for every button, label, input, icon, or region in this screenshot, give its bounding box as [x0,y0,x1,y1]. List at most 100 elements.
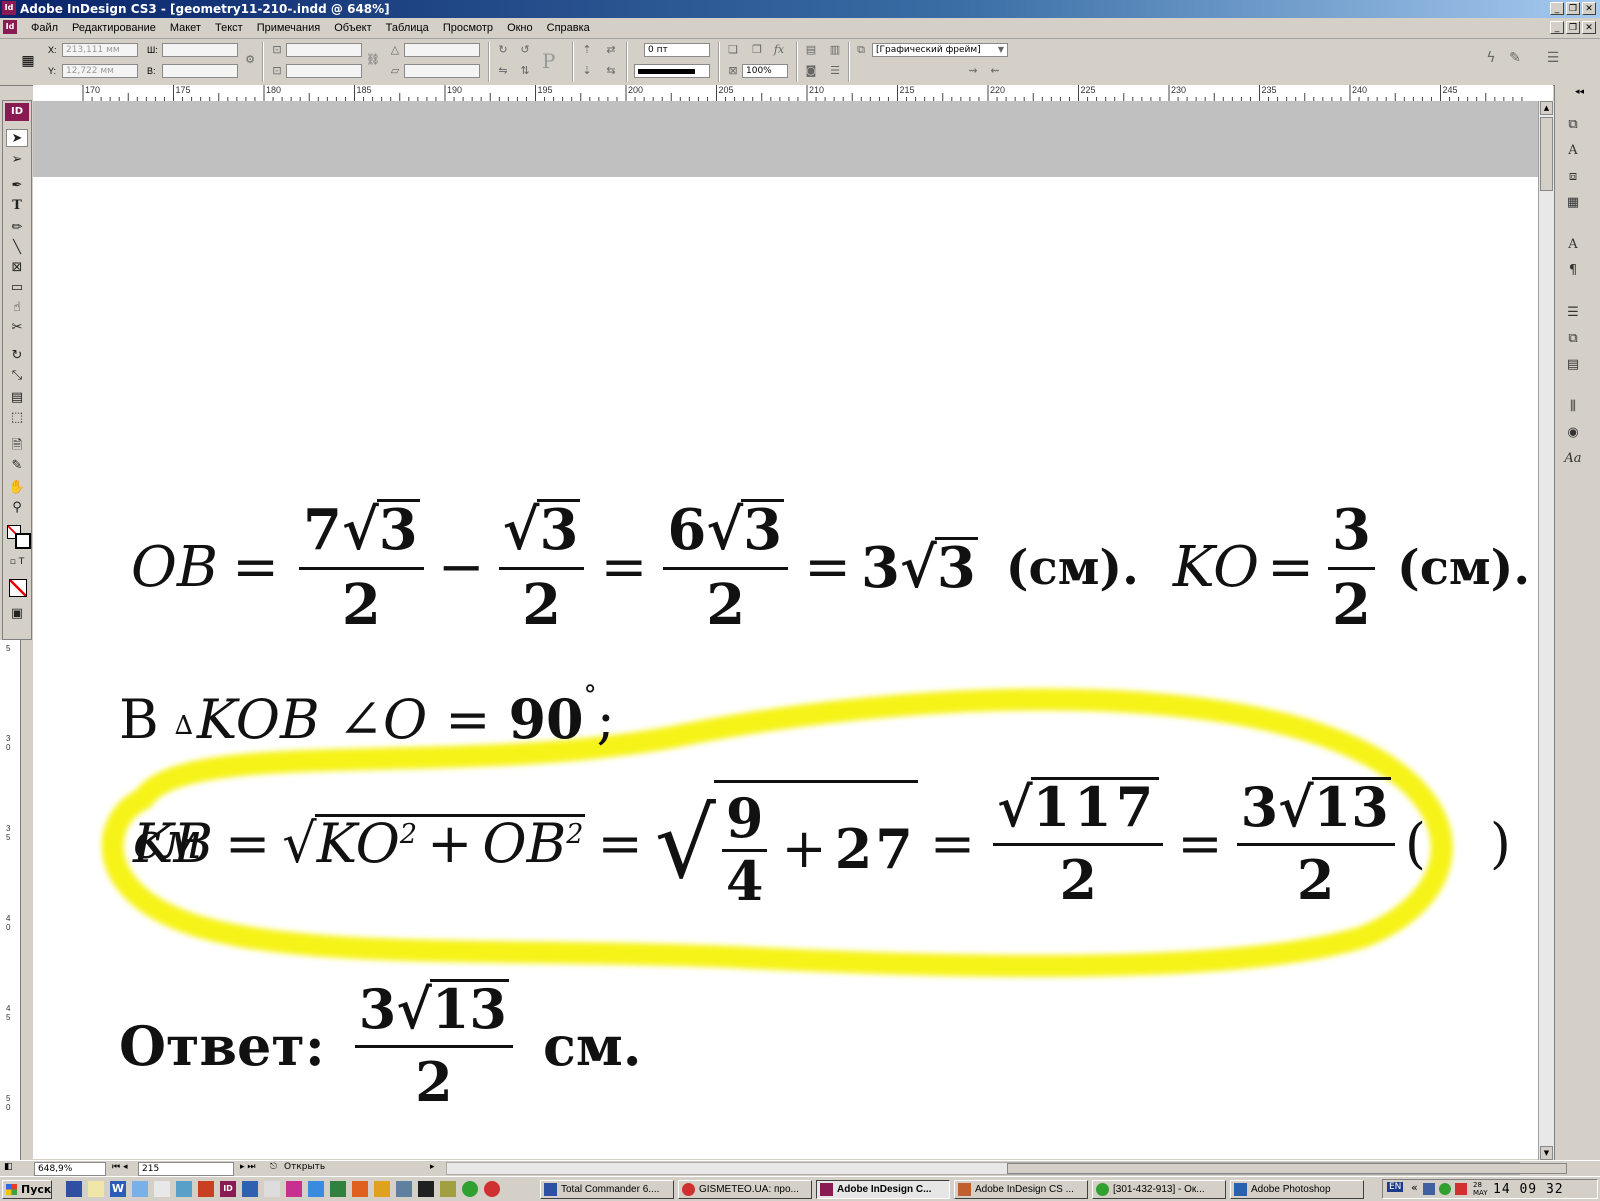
note-tool-icon[interactable]: 🗎 [6,437,28,455]
shear-field[interactable] [404,64,480,78]
taskbar-button-icq[interactable]: [301-432-913] - Ок... [1092,1180,1226,1199]
character-panel-icon[interactable]: A [1563,141,1583,161]
text-wrap-icon[interactable]: ▤ [804,43,818,57]
quicklaunch-app-icon[interactable] [132,1181,148,1197]
doc-restore-icon[interactable]: ❐ [1566,21,1580,34]
quicklaunch-notepad-icon[interactable] [88,1181,104,1197]
menu-window[interactable]: Окно [500,20,540,36]
apply-none-icon[interactable] [9,579,27,597]
select-previous-icon[interactable]: ⇄ [604,43,618,57]
select-container-icon[interactable]: ⇡ [580,43,594,57]
quicklaunch-ie-icon[interactable] [308,1181,324,1197]
stroke-weight-field[interactable]: 0 пт [644,43,710,57]
indesign-app-icon[interactable]: Id [2,1,16,15]
horizontal-scrollbar[interactable] [446,1162,1567,1175]
tray-icq-icon[interactable] [1439,1183,1451,1195]
menu-edit[interactable]: Редактирование [65,20,163,36]
scale-tool-icon[interactable]: ⤡ [6,367,28,385]
scale-y-icon[interactable]: ⊡ [270,64,284,78]
tray-antivirus-icon[interactable] [1455,1183,1467,1195]
text-frame-options-icon[interactable]: ▥ [828,43,842,57]
links-panel-icon[interactable]: ⧈ [1563,167,1583,187]
quicklaunch-save-icon[interactable] [66,1181,82,1197]
fill-stroke-swatch-icon[interactable] [7,525,31,549]
library-panel-icon[interactable]: ⫼ [1563,397,1583,417]
scroll-up-icon[interactable]: ▲ [1540,101,1553,115]
drop-shadow-icon[interactable]: ❏ [726,43,740,57]
opacity-icon[interactable]: ⊠ [726,64,740,78]
pasteboard[interactable] [33,101,1554,178]
zoom-tool-icon[interactable]: ⚲ [6,499,28,517]
menu-file[interactable]: Файл [24,20,65,36]
reference-point-icon[interactable]: ▦ [18,51,38,71]
pencil-tool-icon[interactable]: ✏ [6,219,28,237]
quicklaunch-app7-icon[interactable] [374,1181,390,1197]
scroll-down-icon[interactable]: ▼ [1540,1146,1553,1160]
menu-view[interactable]: Просмотр [436,20,500,36]
select-next-icon[interactable]: ⇆ [604,64,618,78]
gradient-tool-icon[interactable]: ▤ [6,389,28,407]
quicklaunch-app6-icon[interactable] [352,1181,368,1197]
direct-selection-tool-icon[interactable]: ➢ [6,151,28,169]
start-button[interactable]: Пуск [2,1180,52,1199]
rectangle-frame-tool-icon[interactable]: ⊠ [6,259,28,277]
flip-vertical-icon[interactable]: ⇅ [518,64,532,78]
vertical-ruler[interactable]: 5 3 0 3 5 4 0 4 5 5 0 [0,640,21,1160]
taskbar-button-gismeteo[interactable]: GISMETEO.UA: про... [678,1180,812,1199]
taskbar-button-indesign[interactable]: Adobe InDesign C... [816,1180,950,1199]
document-page[interactable]: OB = 7√3 2 − √3 2 = 6√3 2 = 3√3 (см). KO… [33,177,1554,1159]
align-center-icon[interactable]: ☰ [828,64,842,78]
scissors-tool-icon[interactable]: ✂ [6,319,28,337]
quicklaunch-browser-icon[interactable] [176,1181,192,1197]
object-style-select[interactable]: [Графический фрейм] [872,43,1008,57]
menu-type[interactable]: Текст [208,20,250,36]
horizontal-ruler[interactable]: 170 175 180 185 190 195 200 205 210 215 220 225 230 2… [33,85,1553,102]
quicklaunch-app2-icon[interactable] [242,1181,258,1197]
chevron-down-icon[interactable]: ▼ [994,43,1008,57]
menu-notes[interactable]: Примечания [250,20,328,36]
view-mode-icon[interactable]: ▣ [6,605,28,623]
chain-link-icon[interactable]: ⛓ [366,53,380,67]
apply-style-icon[interactable]: ⇜ [988,64,1002,78]
w-field[interactable] [162,43,238,57]
rotate-cw-icon[interactable]: ↻ [496,43,510,57]
paragraph-p-icon[interactable]: P [542,49,555,73]
scale-x-icon[interactable]: ⊡ [270,43,284,57]
layers-panel-icon[interactable]: ☰ [1563,303,1583,323]
stroke-type-select[interactable] [634,64,710,78]
quicklaunch-app8-icon[interactable] [396,1181,412,1197]
menu-layout[interactable]: Макет [163,20,208,36]
swatches-panel-icon[interactable]: ⧉ [1563,329,1583,349]
quicklaunch-indesign-icon[interactable]: ID [220,1181,236,1197]
restore-icon[interactable]: ❐ [1566,2,1580,15]
taskbar-button-totalcmd[interactable]: Total Commander 6.... [540,1180,674,1199]
character-styles-icon[interactable]: A [1563,235,1583,255]
type-tool-icon[interactable]: T [6,197,28,215]
glyphs-panel-icon[interactable]: Aa [1563,449,1583,469]
select-content-icon[interactable]: ⇣ [580,64,594,78]
minimize-icon[interactable]: _ [1550,2,1564,15]
collapse-dock-icon[interactable]: ◂◂ [1575,87,1584,97]
quicklaunch-app5-icon[interactable] [330,1181,346,1197]
wrap-around-icon[interactable]: ◙ [804,64,818,78]
quick-apply-icon[interactable]: ✎ [1508,51,1522,65]
rotate-tool-icon[interactable]: ↻ [6,347,28,365]
free-transform-tool-icon[interactable]: ⬚ [6,409,28,427]
quicklaunch-app9-icon[interactable] [418,1181,434,1197]
scale-y-field[interactable] [286,64,362,78]
tray-clock[interactable]: 14 09 32 [1493,1182,1564,1197]
lightning-icon[interactable]: ϟ [1484,51,1498,65]
shear-angle-icon[interactable]: ▱ [388,64,402,78]
panel-menu-icon[interactable]: ☰ [1546,51,1560,65]
paragraph-styles-icon[interactable]: ¶ [1563,261,1583,281]
quicklaunch-tool-icon[interactable] [198,1181,214,1197]
menu-table[interactable]: Таблица [379,20,436,36]
fx-icon[interactable]: fx [772,43,786,57]
hand-tool-icon[interactable]: ✋ [6,479,28,497]
tray-expand-icon[interactable]: « [1411,1181,1418,1194]
formatting-affects-text-icon[interactable]: ▫ T [6,553,28,571]
flip-horizontal-icon[interactable]: ⇋ [496,64,510,78]
rotate-angle-icon[interactable]: △ [388,43,402,57]
language-indicator[interactable]: EN [1387,1182,1404,1192]
menu-object[interactable]: Объект [327,20,378,36]
